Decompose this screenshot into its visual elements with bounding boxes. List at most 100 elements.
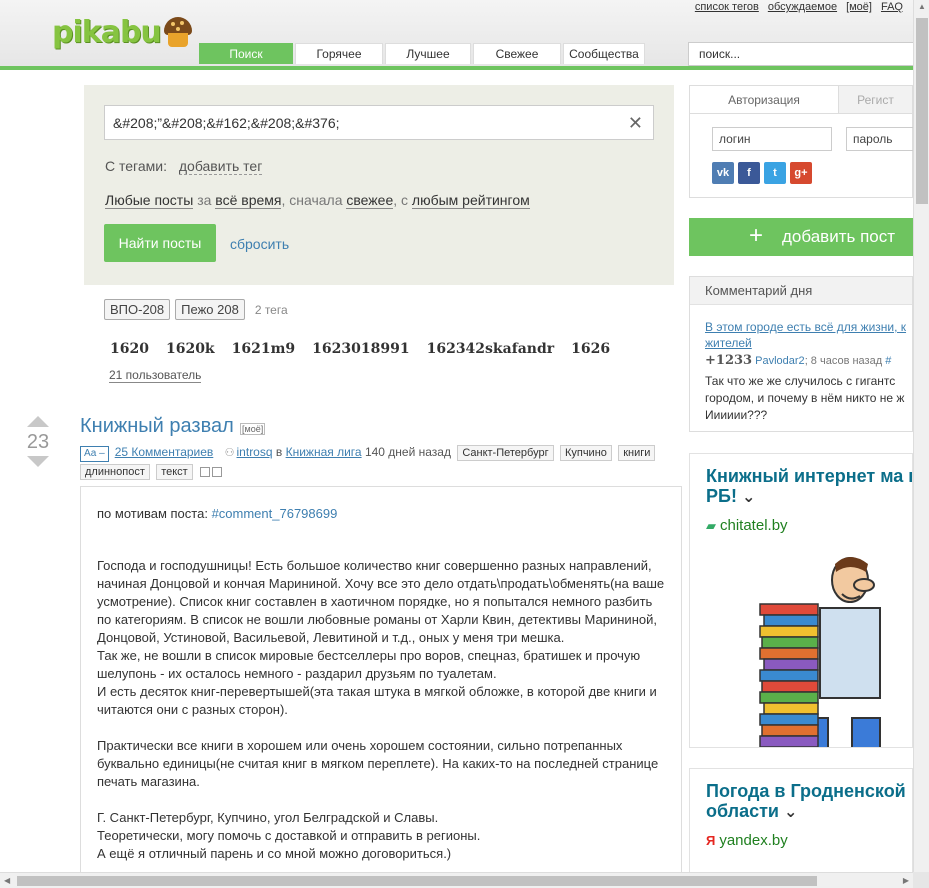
user-link[interactable]: 1621m9 — [232, 341, 296, 357]
ad-title-text: Книжный интернет ма в РБ! — [706, 466, 913, 506]
tab-search[interactable]: Поиск — [199, 43, 293, 64]
scroll-up-icon[interactable]: ▲ — [918, 2, 926, 11]
post-intro: по мотивам поста: — [97, 506, 212, 521]
post-title[interactable]: Книжный развал — [80, 415, 234, 438]
scroll-corner — [913, 872, 929, 888]
upvote-icon[interactable] — [27, 416, 49, 427]
tab-login[interactable]: Авторизация — [690, 86, 838, 113]
tag-chip[interactable]: Пежо 208 — [175, 299, 245, 320]
user-link[interactable]: 1620k — [166, 341, 215, 357]
expand-icon[interactable] — [212, 466, 223, 477]
reset-link[interactable]: сбросить — [230, 236, 289, 252]
tag-list-link[interactable]: список тегов — [695, 1, 759, 13]
pikabu-logo[interactable]: pikabu — [52, 12, 193, 52]
scroll-left-icon[interactable]: ◀ — [4, 876, 10, 885]
post-paragraph: Так же, не вошли в список мировые бестсе… — [97, 648, 641, 681]
faq-link[interactable]: FAQ — [881, 1, 903, 13]
twitter-icon[interactable]: t — [764, 162, 786, 184]
tab-fresh[interactable]: Свежее — [473, 43, 561, 64]
filter-sort[interactable]: свежее — [346, 192, 394, 209]
downvote-icon[interactable] — [27, 456, 49, 467]
comment-link[interactable]: #comment_76798699 — [212, 506, 338, 521]
top-links: список тегов обсуждаемое [моё] FAQ — [695, 1, 903, 13]
ad-image — [740, 550, 912, 747]
filter-period[interactable]: всё время — [215, 192, 282, 209]
add-post-button[interactable]: + добавить пост — [689, 218, 913, 256]
post-tag[interactable]: текст — [156, 464, 193, 480]
cod-user[interactable]: Pavlodar2 — [755, 355, 805, 367]
author-link[interactable]: introsq — [237, 445, 273, 459]
ad-title[interactable]: Книжный интернет ма в РБ! ⌄ — [706, 466, 913, 508]
comment-of-day: Комментарий дня В этом городе есть всё д… — [689, 276, 913, 432]
comments-link[interactable]: 25 Комментариев — [115, 445, 214, 459]
ad-domain[interactable]: ▰ chitatel.by — [706, 517, 788, 534]
clear-icon[interactable]: ✕ — [628, 113, 643, 134]
post-tag[interactable]: книги — [618, 445, 656, 461]
google-plus-icon[interactable]: g+ — [790, 162, 812, 184]
cod-hash-link[interactable]: # — [885, 355, 891, 367]
post-meta: Аа – 25 Комментариев ⚇ introsq в Книжная л… — [80, 443, 680, 480]
find-posts-button[interactable]: Найти посты — [104, 224, 216, 262]
main-nav: Поиск Горячее Лучшее Свежее Сообщества — [199, 43, 645, 64]
ad-domain-text: yandex.by — [719, 832, 788, 849]
muffin-icon — [163, 17, 193, 47]
cod-rating: +1233 — [705, 353, 753, 368]
search-query-input[interactable]: &#208;”&#208;&#162;&#208;&#376; ✕ — [104, 105, 654, 140]
font-size-button[interactable]: Аа – — [80, 446, 109, 462]
ad-block[interactable]: Погода в Гродненской области ⌄ Яyandex.b… — [689, 768, 913, 873]
post-tag[interactable]: Купчино — [559, 445, 612, 461]
ad-domain[interactable]: Яyandex.by — [706, 832, 788, 849]
site-header: pikabu список тегов обсуждаемое [моё] FA… — [0, 0, 916, 70]
vertical-scrollbar[interactable]: ▲ — [913, 0, 929, 872]
tags-row: С тегами: добавить тег — [105, 158, 263, 175]
vk-icon[interactable]: vk — [712, 162, 734, 184]
tab-register[interactable]: Регист — [838, 86, 912, 113]
tab-hot[interactable]: Горячее — [295, 43, 383, 64]
ad-domain-text: chitatel.by — [720, 517, 788, 534]
tab-communities[interactable]: Сообщества — [563, 43, 645, 64]
post-paragraph: И есть десяток книг-перевертышей(эта так… — [97, 684, 657, 717]
discussed-link[interactable]: обсуждаемое — [768, 1, 837, 13]
search-panel: &#208;”&#208;&#162;&#208;&#376; ✕ С тега… — [84, 85, 674, 285]
yandex-icon: Я — [706, 833, 716, 848]
filter-rating[interactable]: любым рейтингом — [411, 192, 530, 209]
my-link[interactable]: [моё] — [846, 1, 872, 13]
search-query-text: &#208;”&#208;&#162;&#208;&#376; — [113, 115, 340, 131]
filter-post-type[interactable]: Любые посты — [105, 192, 194, 209]
post-tag[interactable]: длиннопост — [80, 464, 150, 480]
cod-meta: +1233 Pavlodar2; 8 часов назад # — [705, 353, 891, 368]
user-link[interactable]: 1626 — [571, 341, 610, 357]
users-count-link[interactable]: 21 пользователь — [109, 368, 202, 383]
user-link[interactable]: 162342skafandr — [427, 341, 555, 357]
vote-widget: 23 — [26, 416, 50, 467]
found-users: 1620 1620k 1621m9 1623018991 162342skafa… — [110, 341, 610, 357]
vertical-scroll-thumb[interactable] — [916, 18, 928, 204]
save-icon[interactable] — [200, 466, 211, 477]
post-age: 140 дней назад — [364, 445, 451, 459]
header-search-input[interactable]: поиск... — [688, 42, 916, 66]
tab-best[interactable]: Лучшее — [385, 43, 471, 64]
filter-word-1: за — [197, 192, 212, 208]
auth-box: Авторизация Регист логин пароль vk f t g… — [689, 85, 929, 198]
horizontal-scrollbar[interactable]: ◀ ▶ — [0, 872, 913, 888]
ad-title[interactable]: Погода в Гродненской области ⌄ — [706, 781, 912, 823]
book-icon: ▰ — [706, 518, 716, 533]
cod-post-link[interactable]: В этом городе есть всё для жизни, к жите… — [705, 319, 915, 351]
login-field[interactable]: логин — [712, 127, 832, 151]
post-paragraph: Практически все книги в хорошем или очен… — [97, 738, 659, 789]
community-link[interactable]: Книжная лига — [286, 445, 362, 459]
chevron-down-icon[interactable]: ⌄ — [742, 489, 755, 506]
post-paragraph: А ещё я отличный парень и со мной можно … — [97, 846, 452, 861]
user-link[interactable]: 1620 — [110, 341, 149, 357]
facebook-icon[interactable]: f — [738, 162, 760, 184]
plus-icon: + — [749, 222, 764, 249]
chevron-down-icon[interactable]: ⌄ — [784, 804, 797, 821]
post-tag[interactable]: Санкт-Петербург — [457, 445, 554, 461]
user-link[interactable]: 1623018991 — [312, 341, 409, 357]
ad-block[interactable]: Книжный интернет ма в РБ! ⌄ ▰ chitatel.by — [689, 453, 913, 748]
horizontal-scroll-thumb[interactable] — [17, 876, 817, 886]
scroll-right-icon[interactable]: ▶ — [903, 876, 909, 885]
tag-chip[interactable]: ВПО-208 — [104, 299, 171, 320]
post-paragraph: Теоретически, могу помочь с доставкой и … — [97, 828, 481, 843]
add-tag-link[interactable]: добавить тег — [178, 158, 263, 175]
